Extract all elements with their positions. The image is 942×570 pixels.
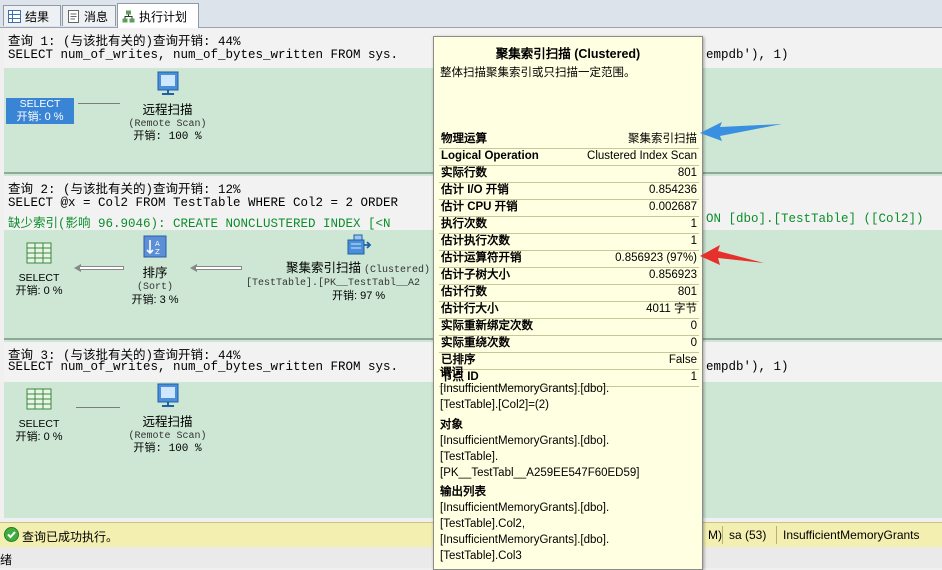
blue-annotation-arrow <box>700 122 782 141</box>
annotation-overlay <box>700 122 782 265</box>
red-annotation-arrow <box>700 245 764 265</box>
